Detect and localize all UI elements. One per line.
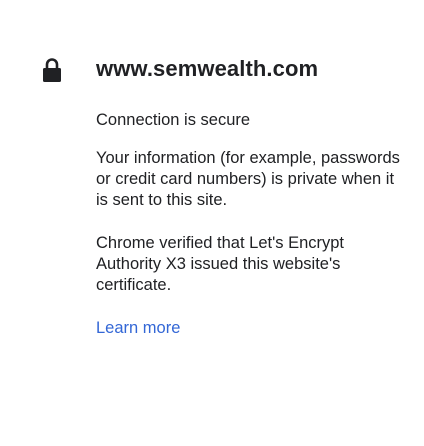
site-info-panel: www.semwealth.com Connection is secure Y… (0, 0, 424, 446)
lock-icon (40, 57, 64, 85)
site-domain: www.semwealth.com (96, 56, 319, 81)
privacy-description: Your information (for example, passwords… (96, 149, 400, 209)
learn-more-link[interactable]: Learn more (96, 319, 180, 338)
connection-status: Connection is secure (96, 111, 251, 129)
certificate-description: Chrome verified that Let's Encrypt Autho… (96, 234, 345, 294)
